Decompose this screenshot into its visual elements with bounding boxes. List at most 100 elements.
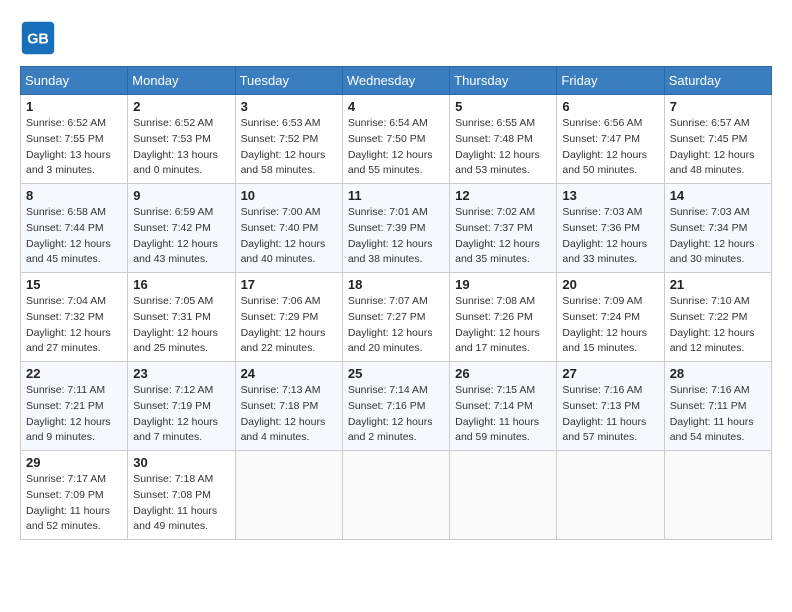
- day-info: Sunrise: 6:52 AM Sunset: 7:53 PM Dayligh…: [133, 116, 229, 179]
- calendar-cell: 13 Sunrise: 7:03 AM Sunset: 7:36 PM Dayl…: [557, 184, 664, 273]
- sunset-label: Sunset: 7:32 PM: [26, 311, 104, 323]
- daylight-label: Daylight: 12 hours and 40 minutes.: [241, 238, 326, 266]
- daylight-label: Daylight: 12 hours and 58 minutes.: [241, 149, 326, 177]
- day-number: 2: [133, 99, 229, 114]
- calendar-cell: 15 Sunrise: 7:04 AM Sunset: 7:32 PM Dayl…: [21, 273, 128, 362]
- calendar-cell: 14 Sunrise: 7:03 AM Sunset: 7:34 PM Dayl…: [664, 184, 771, 273]
- day-info: Sunrise: 7:03 AM Sunset: 7:36 PM Dayligh…: [562, 205, 658, 268]
- day-number: 16: [133, 277, 229, 292]
- calendar-cell: 22 Sunrise: 7:11 AM Sunset: 7:21 PM Dayl…: [21, 362, 128, 451]
- sunset-label: Sunset: 7:36 PM: [562, 222, 640, 234]
- sunrise-label: Sunrise: 7:17 AM: [26, 473, 106, 485]
- sunset-label: Sunset: 7:34 PM: [670, 222, 748, 234]
- calendar-cell: 6 Sunrise: 6:56 AM Sunset: 7:47 PM Dayli…: [557, 95, 664, 184]
- sunset-label: Sunset: 7:53 PM: [133, 133, 211, 145]
- sunrise-label: Sunrise: 7:16 AM: [562, 384, 642, 396]
- sunset-label: Sunset: 7:11 PM: [670, 400, 747, 412]
- sunset-label: Sunset: 7:47 PM: [562, 133, 640, 145]
- calendar-cell: 8 Sunrise: 6:58 AM Sunset: 7:44 PM Dayli…: [21, 184, 128, 273]
- calendar-table: SundayMondayTuesdayWednesdayThursdayFrid…: [20, 66, 772, 540]
- calendar-cell: 9 Sunrise: 6:59 AM Sunset: 7:42 PM Dayli…: [128, 184, 235, 273]
- sunrise-label: Sunrise: 6:52 AM: [26, 117, 106, 129]
- sunrise-label: Sunrise: 6:52 AM: [133, 117, 213, 129]
- daylight-label: Daylight: 12 hours and 43 minutes.: [133, 238, 218, 266]
- day-info: Sunrise: 7:04 AM Sunset: 7:32 PM Dayligh…: [26, 294, 122, 357]
- calendar-cell: 21 Sunrise: 7:10 AM Sunset: 7:22 PM Dayl…: [664, 273, 771, 362]
- sunrise-label: Sunrise: 7:03 AM: [670, 206, 750, 218]
- sunset-label: Sunset: 7:08 PM: [133, 489, 211, 501]
- daylight-label: Daylight: 11 hours and 52 minutes.: [26, 505, 110, 533]
- sunrise-label: Sunrise: 7:10 AM: [670, 295, 750, 307]
- daylight-label: Daylight: 12 hours and 30 minutes.: [670, 238, 755, 266]
- daylight-label: Daylight: 12 hours and 12 minutes.: [670, 327, 755, 355]
- day-number: 11: [348, 188, 444, 203]
- sunrise-label: Sunrise: 7:14 AM: [348, 384, 428, 396]
- day-info: Sunrise: 7:09 AM Sunset: 7:24 PM Dayligh…: [562, 294, 658, 357]
- day-number: 28: [670, 366, 766, 381]
- calendar-week-row: 22 Sunrise: 7:11 AM Sunset: 7:21 PM Dayl…: [21, 362, 772, 451]
- calendar-week-row: 15 Sunrise: 7:04 AM Sunset: 7:32 PM Dayl…: [21, 273, 772, 362]
- weekday-header: Friday: [557, 67, 664, 95]
- daylight-label: Daylight: 12 hours and 48 minutes.: [670, 149, 755, 177]
- calendar-cell: 2 Sunrise: 6:52 AM Sunset: 7:53 PM Dayli…: [128, 95, 235, 184]
- sunrise-label: Sunrise: 7:07 AM: [348, 295, 428, 307]
- calendar-week-row: 8 Sunrise: 6:58 AM Sunset: 7:44 PM Dayli…: [21, 184, 772, 273]
- day-number: 25: [348, 366, 444, 381]
- day-number: 15: [26, 277, 122, 292]
- day-info: Sunrise: 7:05 AM Sunset: 7:31 PM Dayligh…: [133, 294, 229, 357]
- day-number: 1: [26, 99, 122, 114]
- day-number: 7: [670, 99, 766, 114]
- day-number: 17: [241, 277, 337, 292]
- sunset-label: Sunset: 7:13 PM: [562, 400, 640, 412]
- daylight-label: Daylight: 12 hours and 35 minutes.: [455, 238, 540, 266]
- day-info: Sunrise: 7:15 AM Sunset: 7:14 PM Dayligh…: [455, 383, 551, 446]
- sunrise-label: Sunrise: 7:03 AM: [562, 206, 642, 218]
- day-info: Sunrise: 7:16 AM Sunset: 7:11 PM Dayligh…: [670, 383, 766, 446]
- sunrise-label: Sunrise: 7:00 AM: [241, 206, 321, 218]
- page-header: GB: [20, 20, 772, 56]
- daylight-label: Daylight: 12 hours and 4 minutes.: [241, 416, 326, 444]
- weekday-header: Saturday: [664, 67, 771, 95]
- daylight-label: Daylight: 12 hours and 7 minutes.: [133, 416, 218, 444]
- daylight-label: Daylight: 12 hours and 55 minutes.: [348, 149, 433, 177]
- calendar-cell: 20 Sunrise: 7:09 AM Sunset: 7:24 PM Dayl…: [557, 273, 664, 362]
- calendar-cell: 18 Sunrise: 7:07 AM Sunset: 7:27 PM Dayl…: [342, 273, 449, 362]
- sunset-label: Sunset: 7:19 PM: [133, 400, 211, 412]
- day-info: Sunrise: 7:10 AM Sunset: 7:22 PM Dayligh…: [670, 294, 766, 357]
- day-info: Sunrise: 6:52 AM Sunset: 7:55 PM Dayligh…: [26, 116, 122, 179]
- svg-text:GB: GB: [27, 31, 49, 47]
- daylight-label: Daylight: 12 hours and 50 minutes.: [562, 149, 647, 177]
- daylight-label: Daylight: 12 hours and 45 minutes.: [26, 238, 111, 266]
- sunset-label: Sunset: 7:27 PM: [348, 311, 426, 323]
- daylight-label: Daylight: 12 hours and 22 minutes.: [241, 327, 326, 355]
- day-info: Sunrise: 7:03 AM Sunset: 7:34 PM Dayligh…: [670, 205, 766, 268]
- daylight-label: Daylight: 12 hours and 25 minutes.: [133, 327, 218, 355]
- daylight-label: Daylight: 12 hours and 33 minutes.: [562, 238, 647, 266]
- sunrise-label: Sunrise: 7:16 AM: [670, 384, 750, 396]
- calendar-cell: 24 Sunrise: 7:13 AM Sunset: 7:18 PM Dayl…: [235, 362, 342, 451]
- day-number: 27: [562, 366, 658, 381]
- sunset-label: Sunset: 7:50 PM: [348, 133, 426, 145]
- sunset-label: Sunset: 7:21 PM: [26, 400, 104, 412]
- sunset-label: Sunset: 7:55 PM: [26, 133, 104, 145]
- sunrise-label: Sunrise: 6:57 AM: [670, 117, 750, 129]
- day-info: Sunrise: 7:08 AM Sunset: 7:26 PM Dayligh…: [455, 294, 551, 357]
- calendar-cell: 29 Sunrise: 7:17 AM Sunset: 7:09 PM Dayl…: [21, 451, 128, 540]
- calendar-cell: 11 Sunrise: 7:01 AM Sunset: 7:39 PM Dayl…: [342, 184, 449, 273]
- weekday-header: Sunday: [21, 67, 128, 95]
- day-info: Sunrise: 6:59 AM Sunset: 7:42 PM Dayligh…: [133, 205, 229, 268]
- sunset-label: Sunset: 7:45 PM: [670, 133, 748, 145]
- day-number: 10: [241, 188, 337, 203]
- sunset-label: Sunset: 7:09 PM: [26, 489, 104, 501]
- day-number: 18: [348, 277, 444, 292]
- sunrise-label: Sunrise: 7:18 AM: [133, 473, 213, 485]
- calendar-cell: 25 Sunrise: 7:14 AM Sunset: 7:16 PM Dayl…: [342, 362, 449, 451]
- day-number: 3: [241, 99, 337, 114]
- sunrise-label: Sunrise: 7:08 AM: [455, 295, 535, 307]
- day-info: Sunrise: 6:57 AM Sunset: 7:45 PM Dayligh…: [670, 116, 766, 179]
- sunrise-label: Sunrise: 7:04 AM: [26, 295, 106, 307]
- daylight-label: Daylight: 13 hours and 0 minutes.: [133, 149, 218, 177]
- day-number: 23: [133, 366, 229, 381]
- day-number: 5: [455, 99, 551, 114]
- weekday-header: Wednesday: [342, 67, 449, 95]
